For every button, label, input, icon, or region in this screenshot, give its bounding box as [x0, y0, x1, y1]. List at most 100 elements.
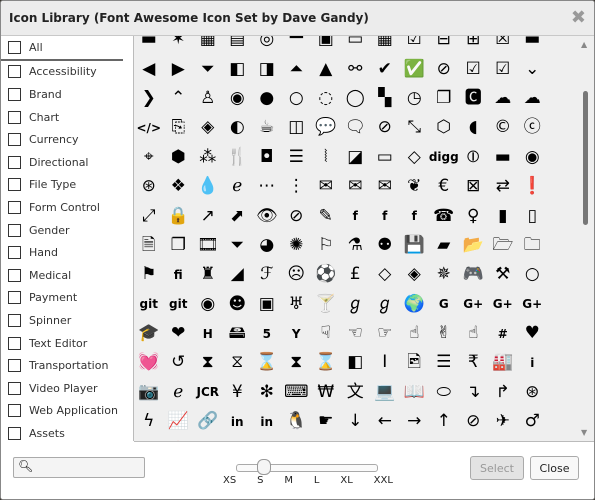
wifi-icon[interactable]: ◎ [252, 36, 282, 54]
desktop-icon[interactable]: ▭ [370, 143, 400, 172]
heart-icon[interactable]: ♥ [518, 319, 548, 348]
category-hand[interactable]: Hand [1, 241, 133, 264]
inr-icon[interactable]: ₹ [459, 348, 489, 377]
circle-thin-2-icon[interactable]: ○ [518, 260, 548, 289]
category-text-editor[interactable]: Text Editor [1, 332, 133, 355]
fax-icon[interactable]: ☎ [429, 201, 459, 230]
git-icon[interactable]: git [134, 290, 164, 319]
long-arrow-right-icon[interactable]: → [400, 407, 430, 436]
cloud-download-icon[interactable]: ☁ [518, 84, 548, 113]
category-all[interactable]: All [1, 36, 123, 61]
check-circle-o-icon[interactable]: ⊘ [429, 54, 459, 83]
copyright-icon[interactable]: © [488, 113, 518, 142]
bolt-icon[interactable]: ϟ [134, 407, 164, 436]
ellipsis-h-icon[interactable]: ⋯ [252, 172, 282, 201]
hand-lizard-icon[interactable]: ☛ [311, 407, 341, 436]
exchange-icon[interactable]: ⇄ [488, 172, 518, 201]
external-link-icon[interactable]: ↗ [193, 201, 223, 230]
drupal-icon[interactable]: 💧 [193, 172, 223, 201]
calendar-icon[interactable]: ▦ [193, 36, 223, 54]
glass-icon[interactable]: 🍸 [311, 290, 341, 319]
paste-icon[interactable]: ▭ [341, 36, 371, 54]
hdd-icon[interactable]: 🖴 [223, 319, 253, 348]
category-checkbox[interactable] [8, 336, 21, 350]
folder-open-o-icon[interactable]: 🗁 [488, 231, 518, 260]
category-checkbox[interactable] [8, 223, 21, 237]
fonticons-icon[interactable]: fi [164, 260, 194, 289]
i-cursor-icon[interactable]: Ⅰ [370, 348, 400, 377]
coffee-icon[interactable]: ☕ [252, 113, 282, 142]
exclamation-circle-icon[interactable]: ❗ [518, 172, 548, 201]
check-square-o2-icon[interactable]: ☑ [488, 54, 518, 83]
crosshairs-icon[interactable]: ⌖ [134, 143, 164, 172]
clipboard-icon[interactable]: ▚ [370, 84, 400, 113]
category-checkbox[interactable] [8, 268, 21, 282]
image-icon[interactable]: ▣ [311, 36, 341, 54]
gamepad-icon[interactable]: 🎮 [459, 260, 489, 289]
delicious-icon[interactable]: ◪ [341, 143, 371, 172]
calendar-o-icon[interactable]: ▤ [223, 36, 253, 54]
check-circle-icon[interactable]: ✅ [400, 54, 430, 83]
indent-icon[interactable]: ☰ [429, 348, 459, 377]
film-icon[interactable]: 🎞 [193, 231, 223, 260]
envelope-square-icon[interactable]: ✉ [370, 172, 400, 201]
category-checkbox[interactable] [8, 404, 21, 418]
minus-square-o-icon[interactable]: ⊟ [429, 36, 459, 54]
empire-icon[interactable]: ✵ [429, 260, 459, 289]
lock-circle-icon[interactable]: 🔒 [164, 201, 194, 230]
long-arrow-up-icon[interactable]: ↑ [429, 407, 459, 436]
flickr-icon[interactable]: ⚉ [370, 231, 400, 260]
euro-icon[interactable]: € [429, 172, 459, 201]
git-square-icon[interactable]: git [164, 290, 194, 319]
font-awesome-icon[interactable]: ⚑ [134, 260, 164, 289]
caret-square-up-icon[interactable]: ⏶ [282, 54, 312, 83]
houzz-icon[interactable]: ◧ [341, 348, 371, 377]
circle-o-notch-icon[interactable]: ◌ [311, 84, 341, 113]
hourglass-end-icon[interactable]: ⌛ [311, 348, 341, 377]
dot-circle-icon[interactable]: ◉ [518, 143, 548, 172]
fort-awesome-icon[interactable]: ♜ [193, 260, 223, 289]
linkedin-icon[interactable]: in [223, 407, 253, 436]
h-square-icon[interactable]: H [193, 319, 223, 348]
circle-icon[interactable]: ● [252, 84, 282, 113]
chain-broken-icon[interactable]: ⚯ [341, 54, 371, 83]
category-brand[interactable]: Brand [1, 83, 133, 106]
edge-icon[interactable]: ℯ [223, 172, 253, 201]
bus-icon[interactable]: ▬ [518, 36, 548, 54]
close-button[interactable]: Close [530, 456, 579, 480]
category-checkbox[interactable] [8, 110, 21, 124]
caret-square-right-icon[interactable]: ◨ [252, 54, 282, 83]
check-icon[interactable]: ✔ [370, 54, 400, 83]
cubes-icon[interactable]: ⁂ [193, 143, 223, 172]
frown-icon[interactable]: ☹ [282, 260, 312, 289]
category-medical[interactable]: Medical [1, 264, 133, 287]
file-o-icon[interactable]: ▯ [518, 201, 548, 230]
hand-pointer-icon[interactable]: ☝ [459, 319, 489, 348]
comment-icon[interactable]: 💬 [311, 113, 341, 142]
plus-square-o-icon[interactable]: ⊞ [459, 36, 489, 54]
category-file-type[interactable]: File Type [1, 174, 133, 197]
leaf-icon[interactable]: ❦ [400, 172, 430, 201]
hourglass-start-icon[interactable]: ⌛ [252, 348, 282, 377]
category-gender[interactable]: Gender [1, 219, 133, 242]
commenting-o-icon[interactable]: 🗨 [341, 113, 371, 142]
category-checkbox[interactable] [8, 155, 21, 169]
dribbble-icon[interactable]: ⊛ [134, 172, 164, 201]
search-field[interactable]: 🔍︎ [13, 457, 145, 478]
category-form-control[interactable]: Form Control [1, 196, 133, 219]
chevron-circle-down-icon[interactable]: ⌄ [518, 54, 548, 83]
glide-g-icon[interactable]: ℊ [370, 290, 400, 319]
keyboard-icon[interactable]: ⌨ [282, 378, 312, 407]
ellipsis-v-icon[interactable]: ⋮ [282, 172, 312, 201]
codepen-icon[interactable]: ◈ [193, 113, 223, 142]
files-o-icon[interactable]: ❐ [164, 231, 194, 260]
category-accessibility[interactable]: Accessibility [1, 61, 133, 84]
code-icon[interactable]: </> [134, 113, 164, 142]
instagram-icon[interactable]: 📷 [134, 378, 164, 407]
icon-size-slider[interactable] [236, 459, 378, 475]
scroll-up-arrow-icon[interactable]: ▲ [581, 40, 587, 49]
chevron-circle-right-icon[interactable]: ❯ [134, 84, 164, 113]
category-assets[interactable]: Assets [1, 422, 133, 441]
inbox-icon[interactable]: ▬ [134, 36, 164, 54]
glide-icon[interactable]: ℊ [341, 290, 371, 319]
